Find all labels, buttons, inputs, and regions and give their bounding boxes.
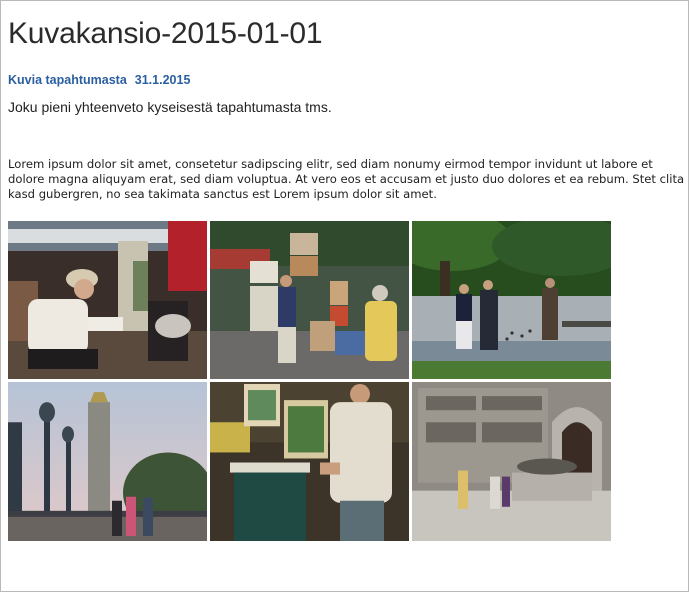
photo-painter-image (8, 221, 207, 379)
post-body: Lorem ipsum dolor sit amet, consetetur s… (8, 157, 685, 201)
post-date: 31.1.2015 (134, 73, 191, 87)
gallery-photo[interactable] (8, 221, 207, 379)
page-title: Kuvakansio-2015-01-01 (8, 17, 323, 50)
photo-park-image (412, 221, 611, 379)
photo-painter-canvases-image (210, 382, 409, 541)
browser-page: Kuvakansio-2015-01-01 Kuvia tapahtumasta… (0, 0, 689, 592)
photo-street-artists-image (210, 221, 409, 379)
photo-bridge-image (8, 382, 207, 541)
photo-gallery (8, 221, 611, 542)
gallery-photo[interactable] (412, 221, 611, 379)
category-link[interactable]: Kuvia tapahtumasta (8, 73, 127, 87)
photo-monument-image (412, 382, 611, 541)
gallery-photo[interactable] (412, 382, 611, 541)
post-meta: Kuvia tapahtumasta 31.1.2015 (8, 73, 190, 87)
gallery-photo[interactable] (8, 382, 207, 541)
gallery-photo[interactable] (210, 382, 409, 541)
post-summary: Joku pieni yhteenveto kyseisestä tapahtu… (8, 99, 332, 115)
gallery-photo[interactable] (210, 221, 409, 379)
